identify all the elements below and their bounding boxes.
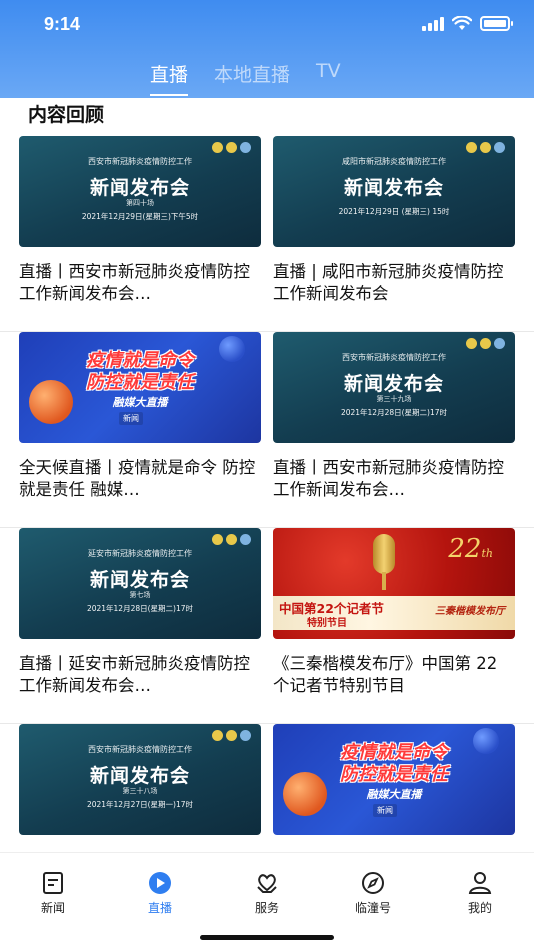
video-caption[interactable]: 直播 | 咸阳市新冠肺炎疫情防控工作新闻发布会 <box>273 261 515 305</box>
broadcaster-logos-icon <box>212 142 251 153</box>
thumb-line1: 西安市新冠肺炎疫情防控工作 <box>342 353 446 362</box>
thumb-date: 2021年12月28日(星期二)17时 <box>340 408 448 417</box>
video-card[interactable]: 西安市新冠肺炎疫情防控工作 新闻发布会 第三十八场 2021年12月27日(星期… <box>19 724 261 852</box>
compass-icon <box>362 872 384 894</box>
microphone-graphic <box>373 534 395 574</box>
top-tabs: 直播 本地直播 TV <box>150 60 341 96</box>
broadcaster-logos-icon <box>212 534 251 545</box>
video-grid: 西安市新冠肺炎疫情防控工作 新闻发布会 第四十场 2021年12月29日(星期三… <box>0 136 534 852</box>
nav-label: 新闻 <box>40 901 65 915</box>
video-card[interactable]: 22th 中国第22个记者节 特别节目 三秦楷模发布厅 《三秦楷模发布厅》中国第… <box>273 528 515 697</box>
video-thumbnail[interactable]: 西安市新冠肺炎疫情防控工作 新闻发布会 第三十九场 2021年12月28日(星期… <box>273 332 515 443</box>
nav-item-live[interactable]: 直播 <box>125 871 195 916</box>
video-card[interactable]: 延安市新冠肺炎疫情防控工作 新闻发布会 第七场 2021年12月28日(星期二)… <box>19 528 261 697</box>
nav-item-service[interactable]: 服务 <box>232 871 302 916</box>
status-icons <box>422 16 513 31</box>
thumb-line1: 延安市新冠肺炎疫情防控工作 <box>88 549 192 558</box>
video-caption[interactable]: 直播丨延安市新冠肺炎疫情防控工作新闻发布会… <box>19 653 261 697</box>
nav-label: 直播 <box>147 901 172 915</box>
section-title: 内容回顾 <box>28 104 105 126</box>
video-thumbnail[interactable]: 咸阳市新冠肺炎疫情防控工作 新闻发布会 2021年12月29日 (星期三) 15… <box>273 136 515 247</box>
thumb-slogan-line2: 防控就是责任 <box>340 764 448 785</box>
nav-item-lintong[interactable]: 临潼号 <box>338 871 408 916</box>
thumb-news-logo: 新闻 <box>373 804 397 817</box>
thumb-slogan-line2: 防控就是责任 <box>86 372 194 393</box>
header: 9:14 直播 本地直播 TV <box>0 0 534 98</box>
thumb-line1: 咸阳市新冠肺炎疫情防控工作 <box>342 157 446 166</box>
news-icon <box>43 872 63 894</box>
video-caption[interactable]: 全天候直播丨疫情就是命令 防控就是责任 融媒… <box>19 457 261 501</box>
thumb-slogan-line3: 融媒大直播 <box>366 788 422 801</box>
thumb-date: 2021年12月28日(星期二)17时 <box>86 604 194 613</box>
video-card[interactable]: 疫情就是命令 防控就是责任 融媒大直播 新闻 <box>273 724 515 852</box>
thumb-slogan-line3: 融媒大直播 <box>112 396 168 409</box>
broadcaster-logos-icon <box>212 730 251 741</box>
video-thumbnail[interactable]: 22th 中国第22个记者节 特别节目 三秦楷模发布厅 <box>273 528 515 639</box>
live-play-icon <box>149 872 171 894</box>
battery-icon <box>480 16 513 31</box>
thumb-session: 第七场 <box>129 591 151 599</box>
nav-item-news[interactable]: 新闻 <box>18 871 88 916</box>
thumb-edition-number: 22th <box>448 534 493 564</box>
thumb-session: 第四十场 <box>126 199 154 207</box>
video-thumbnail[interactable]: 西安市新冠肺炎疫情防控工作 新闻发布会 第四十场 2021年12月29日(星期三… <box>19 136 261 247</box>
thumb-session: 第三十九场 <box>376 395 412 403</box>
status-time: 9:14 <box>44 14 81 34</box>
thumb-line1: 西安市新冠肺炎疫情防控工作 <box>88 745 192 754</box>
video-card[interactable]: 西安市新冠肺炎疫情防控工作 新闻发布会 第三十九场 2021年12月28日(星期… <box>273 332 515 501</box>
thumb-title: 新闻发布会 <box>89 569 190 591</box>
thumb-fest-subtitle: 特别节目 <box>307 618 347 629</box>
nav-label: 服务 <box>254 901 279 915</box>
thumb-title: 新闻发布会 <box>343 177 444 199</box>
thumb-program-logo: 三秦楷模发布厅 <box>435 606 505 617</box>
home-indicator[interactable] <box>200 935 334 940</box>
thumb-line1: 西安市新冠肺炎疫情防控工作 <box>88 157 192 166</box>
tab-local-live[interactable]: 本地直播 <box>214 60 290 96</box>
grid-row: 疫情就是命令 防控就是责任 融媒大直播 新闻 全天候直播丨疫情就是命令 防控就是… <box>0 332 534 528</box>
thumb-title: 新闻发布会 <box>89 765 190 787</box>
wifi-icon <box>452 16 472 30</box>
grid-row: 西安市新冠肺炎疫情防控工作 新闻发布会 第三十八场 2021年12月27日(星期… <box>0 724 534 852</box>
thumb-date: 2021年12月29日 (星期三) 15时 <box>338 207 450 216</box>
thumb-news-logo: 新闻 <box>119 412 143 425</box>
service-heart-icon <box>257 874 277 893</box>
microphone-stand-graphic <box>382 572 386 590</box>
broadcaster-logos-icon <box>466 142 505 153</box>
video-card[interactable]: 疫情就是命令 防控就是责任 融媒大直播 新闻 全天候直播丨疫情就是命令 防控就是… <box>19 332 261 501</box>
video-thumbnail[interactable]: 西安市新冠肺炎疫情防控工作 新闻发布会 第三十八场 2021年12月27日(星期… <box>19 724 261 835</box>
video-caption[interactable]: 直播丨西安市新冠肺炎疫情防控工作新闻发布会… <box>273 457 515 501</box>
video-thumbnail[interactable]: 延安市新冠肺炎疫情防控工作 新闻发布会 第七场 2021年12月28日(星期二)… <box>19 528 261 639</box>
thumb-date: 2021年12月29日(星期三)下午5时 <box>81 212 199 221</box>
thumb-title: 新闻发布会 <box>89 177 190 199</box>
video-card[interactable]: 西安市新冠肺炎疫情防控工作 新闻发布会 第四十场 2021年12月29日(星期三… <box>19 136 261 305</box>
tab-tv[interactable]: TV <box>316 60 341 96</box>
thumb-date: 2021年12月27日(星期一)17时 <box>86 800 194 809</box>
video-caption[interactable]: 直播丨西安市新冠肺炎疫情防控工作新闻发布会… <box>19 261 261 305</box>
video-thumbnail[interactable]: 疫情就是命令 防控就是责任 融媒大直播 新闻 <box>19 332 261 443</box>
main-content[interactable]: 内容回顾 西安市新冠肺炎疫情防控工作 新闻发布会 第四十场 2021年12月29… <box>0 98 534 852</box>
thumb-session: 第三十八场 <box>122 787 158 795</box>
cellular-signal-icon <box>422 16 444 31</box>
video-thumbnail[interactable]: 疫情就是命令 防控就是责任 融媒大直播 新闻 <box>273 724 515 835</box>
thumb-title: 新闻发布会 <box>343 373 444 395</box>
grid-row: 延安市新冠肺炎疫情防控工作 新闻发布会 第七场 2021年12月28日(星期二)… <box>0 528 534 724</box>
nav-label: 临潼号 <box>354 901 391 915</box>
broadcaster-logos-icon <box>466 338 505 349</box>
nav-label: 我的 <box>467 901 492 915</box>
video-caption[interactable]: 《三秦楷模发布厅》中国第 22 个记者节特别节目 <box>273 653 515 697</box>
video-card[interactable]: 咸阳市新冠肺炎疫情防控工作 新闻发布会 2021年12月29日 (星期三) 15… <box>273 136 515 305</box>
grid-row: 西安市新冠肺炎疫情防控工作 新闻发布会 第四十场 2021年12月29日(星期三… <box>0 136 534 332</box>
nav-item-mine[interactable]: 我的 <box>445 871 515 916</box>
tab-live[interactable]: 直播 <box>150 60 189 96</box>
profile-icon <box>468 872 492 894</box>
status-bar: 9:14 <box>0 0 534 48</box>
